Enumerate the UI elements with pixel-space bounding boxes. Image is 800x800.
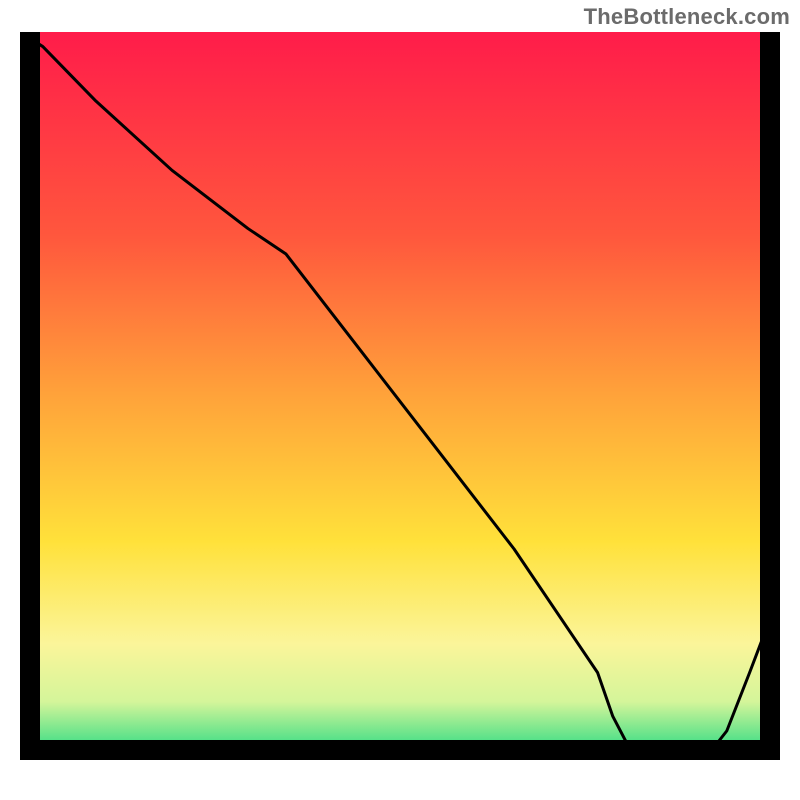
gradient-background (20, 32, 780, 760)
watermark-text: TheBottleneck.com (584, 4, 790, 30)
chart-svg (0, 0, 800, 800)
chart-container: TheBottleneck.com (0, 0, 800, 800)
